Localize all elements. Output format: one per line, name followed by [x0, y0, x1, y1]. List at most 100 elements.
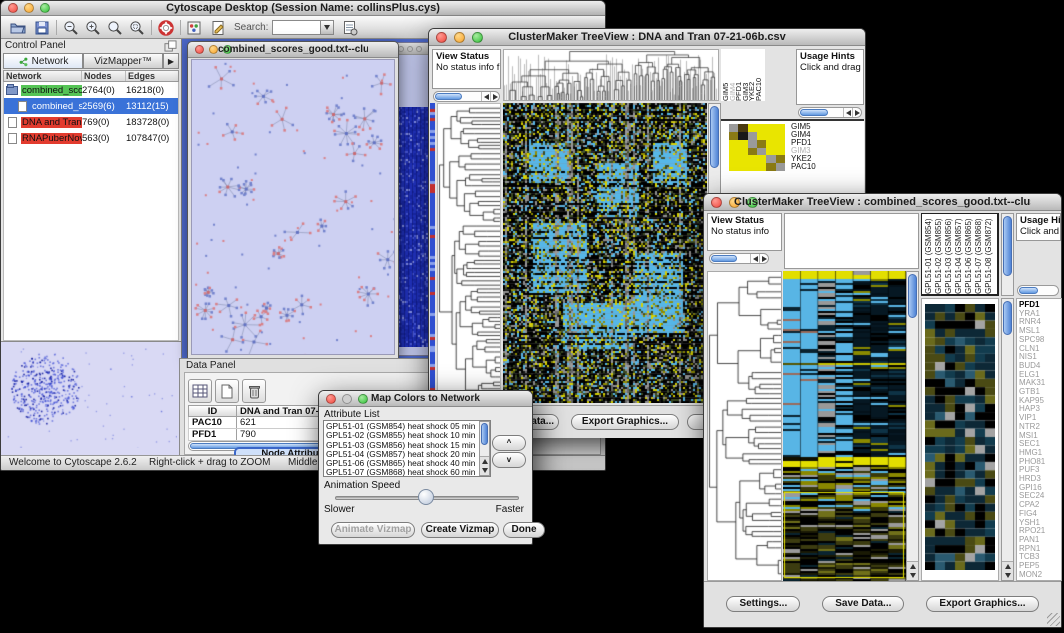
- dialog-titlebar[interactable]: Map Colors to Network: [319, 391, 532, 407]
- matrix-cell[interactable]: [748, 132, 757, 140]
- tv2-gene-vscrollbar[interactable]: [1001, 298, 1014, 581]
- correlation-matrix[interactable]: [729, 124, 785, 171]
- matrix-cell[interactable]: [776, 163, 785, 171]
- matrix-cell[interactable]: [748, 140, 757, 148]
- matrix-cell[interactable]: [748, 163, 757, 171]
- matrix-cell[interactable]: [766, 140, 775, 148]
- matrix-cell[interactable]: [729, 155, 738, 163]
- birdseye-canvas[interactable]: [7, 348, 177, 448]
- main-titlebar[interactable]: Cytoscape Desktop (Session Name: collins…: [1, 1, 605, 16]
- column-header-network[interactable]: Network: [4, 71, 82, 81]
- matrix-cell[interactable]: [738, 140, 747, 148]
- matrix-cell[interactable]: [776, 155, 785, 163]
- matrix-cell[interactable]: [776, 140, 785, 148]
- scroll-left-icon[interactable]: [750, 254, 759, 263]
- tv2-column-vscrollbar[interactable]: [1001, 213, 1014, 296]
- matrix-cell[interactable]: [776, 148, 785, 156]
- tv2-hints-hscrollbar[interactable]: [1017, 285, 1059, 296]
- matrix-cell[interactable]: [738, 148, 747, 156]
- save-icon[interactable]: [33, 19, 51, 37]
- matrix-cell[interactable]: [776, 124, 785, 132]
- matrix-cell[interactable]: [729, 124, 738, 132]
- open-icon[interactable]: [9, 19, 27, 37]
- minimize-button[interactable]: [407, 46, 413, 52]
- tv2-titlebar[interactable]: ClusterMaker TreeView : combined_scores_…: [704, 194, 1061, 211]
- matrix-cell[interactable]: [757, 132, 766, 140]
- tab-overflow-button[interactable]: ▶: [163, 53, 179, 69]
- select-attributes-button[interactable]: [188, 379, 212, 403]
- scroll-right-icon[interactable]: [759, 254, 768, 263]
- tv2-action-button[interactable]: Export Graphics...: [926, 596, 1038, 612]
- matrix-cell[interactable]: [738, 132, 747, 140]
- search-dropdown-icon[interactable]: [320, 21, 333, 34]
- tab-vizmapper[interactable]: VizMapper™: [83, 53, 163, 69]
- gene-summary-heatmap[interactable]: [925, 304, 995, 570]
- create-vizmap-button[interactable]: Create Vizmap: [421, 522, 499, 538]
- matrix-cell[interactable]: [729, 163, 738, 171]
- tv1-action-button[interactable]: Export Graphics...: [571, 414, 679, 430]
- animation-speed-slider-thumb[interactable]: [418, 489, 434, 505]
- attribute-list-scrollbar[interactable]: [479, 421, 490, 476]
- scroll-left-icon[interactable]: [843, 108, 852, 117]
- scroll-left-icon[interactable]: [481, 92, 490, 101]
- matrix-cell[interactable]: [738, 155, 747, 163]
- matrix-cell[interactable]: [766, 155, 775, 163]
- column-dendrogram-canvas[interactable]: [504, 50, 718, 100]
- zoom-fit-icon[interactable]: [128, 19, 146, 37]
- matrix-cell[interactable]: [757, 155, 766, 163]
- tv1-titlebar[interactable]: ClusterMaker TreeView : DNA and Tran 07-…: [429, 29, 865, 46]
- help-lifering-icon[interactable]: [157, 19, 175, 37]
- matrix-cell[interactable]: [757, 140, 766, 148]
- zoom-out-icon[interactable]: [62, 19, 80, 37]
- column-header-edges[interactable]: Edges: [126, 71, 178, 81]
- zoom-in-icon[interactable]: [84, 19, 102, 37]
- delete-attribute-button[interactable]: [242, 379, 266, 403]
- matrix-cell[interactable]: [757, 163, 766, 171]
- matrix-cell[interactable]: [766, 132, 775, 140]
- tv2-action-button[interactable]: Settings...: [726, 596, 800, 612]
- network-list-row[interactable]: combined_scores2764(0)16218(0): [4, 82, 178, 98]
- resize-grip[interactable]: [1047, 613, 1060, 626]
- matrix-cell[interactable]: [748, 155, 757, 163]
- network-list-row[interactable]: combined_sco2569(6)13112(15): [4, 98, 178, 114]
- annotation-icon[interactable]: [209, 19, 227, 37]
- matrix-cell[interactable]: [766, 163, 775, 171]
- float-panel-icon[interactable]: [164, 40, 177, 52]
- network-list-row[interactable]: DNA and Tran 07769(0)183728(0): [4, 114, 178, 130]
- matrix-cell[interactable]: [748, 148, 757, 156]
- move-down-button[interactable]: v: [492, 452, 526, 468]
- close-button[interactable]: [326, 394, 336, 404]
- scroll-down-icon[interactable]: [1002, 571, 1013, 580]
- search-input[interactable]: [272, 20, 334, 35]
- close-button[interactable]: [711, 197, 722, 208]
- tv2-status-hscrollbar[interactable]: [709, 253, 769, 264]
- birdseye-view[interactable]: [1, 341, 181, 457]
- matrix-cell[interactable]: [766, 124, 775, 132]
- column-header-nodes[interactable]: Nodes: [82, 71, 126, 81]
- create-attribute-button[interactable]: [215, 379, 239, 403]
- matrix-cell[interactable]: [766, 148, 775, 156]
- zoom-region-icon[interactable]: [106, 19, 124, 37]
- scroll-down-icon[interactable]: [480, 466, 489, 475]
- close-button[interactable]: [436, 32, 447, 43]
- done-button[interactable]: Done: [503, 522, 545, 538]
- row-dendrogram-canvas[interactable]: [708, 272, 781, 580]
- import-table-icon[interactable]: [341, 19, 359, 37]
- matrix-cell[interactable]: [738, 163, 747, 171]
- vizmapper-icon[interactable]: [185, 19, 203, 37]
- matrix-cell[interactable]: [748, 124, 757, 132]
- dense-network-canvas[interactable]: [396, 107, 432, 347]
- column-header-id[interactable]: ID: [189, 406, 237, 416]
- scroll-right-icon[interactable]: [852, 108, 861, 117]
- matrix-cell[interactable]: [757, 124, 766, 132]
- matrix-cell[interactable]: [729, 140, 738, 148]
- tv2-action-button[interactable]: Save Data...: [822, 596, 904, 612]
- matrix-cell[interactable]: [776, 132, 785, 140]
- matrix-cell[interactable]: [738, 124, 747, 132]
- tv1-status-hscrollbar[interactable]: [433, 91, 500, 102]
- scroll-up-icon[interactable]: [480, 457, 489, 466]
- scroll-down-icon[interactable]: [907, 571, 918, 580]
- tv1-hints-hscrollbar[interactable]: [798, 107, 862, 118]
- scroll-up-icon[interactable]: [907, 562, 918, 571]
- network-window-titlebar[interactable]: combined_scores_good.txt--cluste...: [188, 42, 398, 58]
